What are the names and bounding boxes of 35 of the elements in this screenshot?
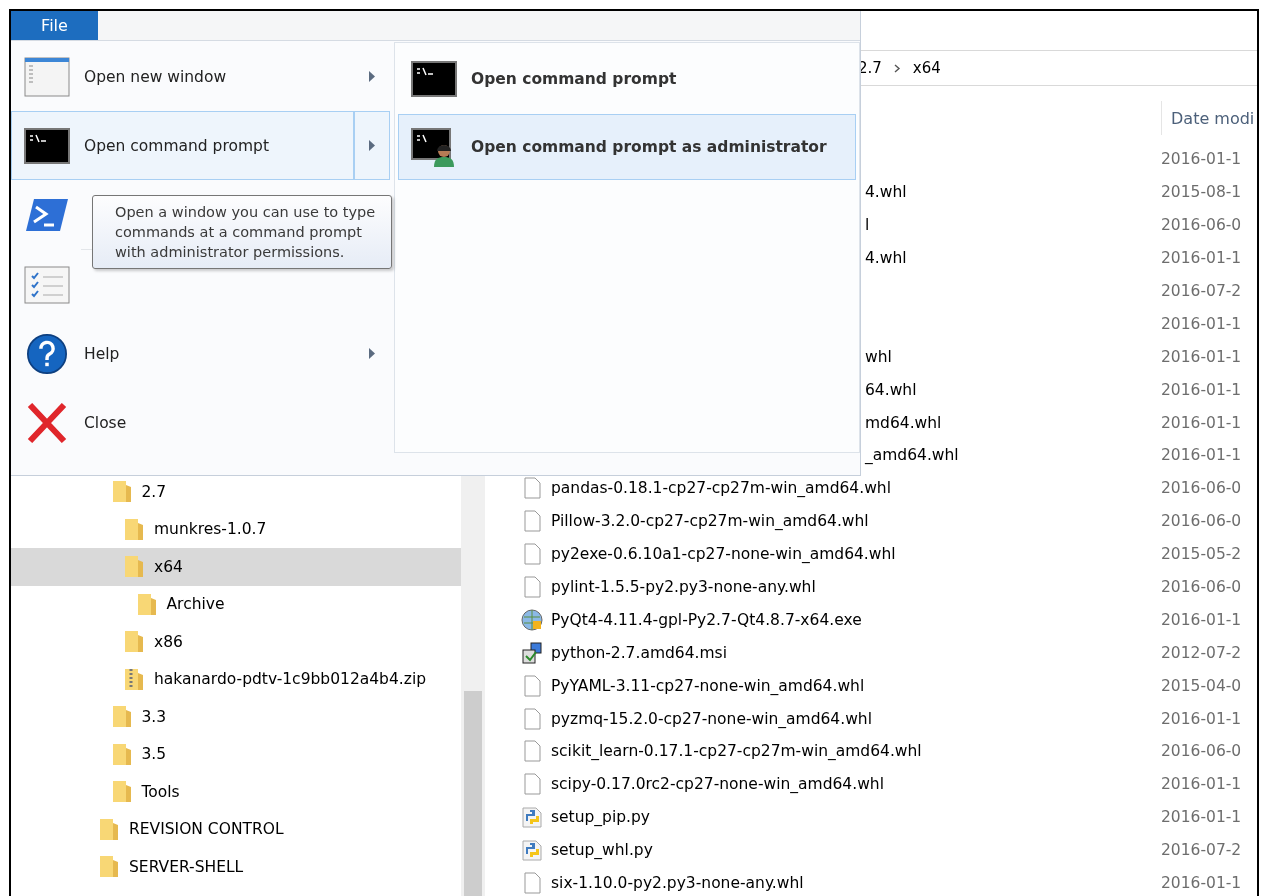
file-date: 2015-04-0 bbox=[1161, 676, 1242, 695]
tree-label: 3.3 bbox=[141, 707, 167, 726]
file-date: 2016-01-1 bbox=[1161, 249, 1242, 268]
file-date: 2016-01-1 bbox=[1161, 446, 1242, 465]
tree-label: 2.7 bbox=[141, 482, 167, 501]
tree-label: SERVER-SHELL bbox=[129, 857, 244, 876]
file-date: 2016-01-1 bbox=[1161, 808, 1242, 827]
file-date: 2016-01-1 bbox=[1161, 709, 1242, 728]
file-date: 2016-01-1 bbox=[1161, 775, 1242, 794]
file-date: 2012-07-2 bbox=[1161, 643, 1242, 662]
file-date: 2016-01-1 bbox=[1161, 150, 1242, 169]
file-date: 2016-06-0 bbox=[1161, 742, 1242, 761]
file-date: 2016-01-1 bbox=[1161, 610, 1242, 629]
file-date: 2016-07-2 bbox=[1161, 841, 1242, 860]
file-date: 2016-01-1 bbox=[1161, 874, 1242, 893]
file-date: 2015-05-2 bbox=[1161, 545, 1242, 564]
tree-label: munkres-1.0.7 bbox=[154, 520, 267, 539]
file-date: 2016-06-0 bbox=[1161, 216, 1242, 235]
tree-label: Archive bbox=[166, 595, 225, 614]
file-date: 2016-06-0 bbox=[1161, 578, 1242, 596]
file-date: 2016-01-1 bbox=[1161, 413, 1242, 432]
file-date: 2016-06-0 bbox=[1161, 479, 1242, 498]
tree-label: Tools bbox=[141, 782, 180, 801]
file-date: 2016-06-0 bbox=[1161, 512, 1242, 531]
tree-label: 3.5 bbox=[141, 745, 167, 764]
file-date: 2016-07-2 bbox=[1161, 282, 1242, 300]
file-date: 2016-01-1 bbox=[1161, 347, 1242, 366]
file-date: 2016-01-1 bbox=[1161, 380, 1242, 399]
tree-label: REVISION CONTROL bbox=[129, 820, 284, 839]
tree-label: x86 bbox=[154, 632, 183, 651]
tree-label: hakanardo-pdtv-1c9bb012a4b4.zip bbox=[154, 670, 427, 689]
file-date: 2015-08-1 bbox=[1161, 183, 1242, 202]
tooltip: Open a window you can use to type commands at a command prompt with administrator permissions. bbox=[92, 195, 392, 269]
tree-label: x64 bbox=[154, 557, 183, 576]
file-date: 2016-01-1 bbox=[1161, 314, 1242, 333]
